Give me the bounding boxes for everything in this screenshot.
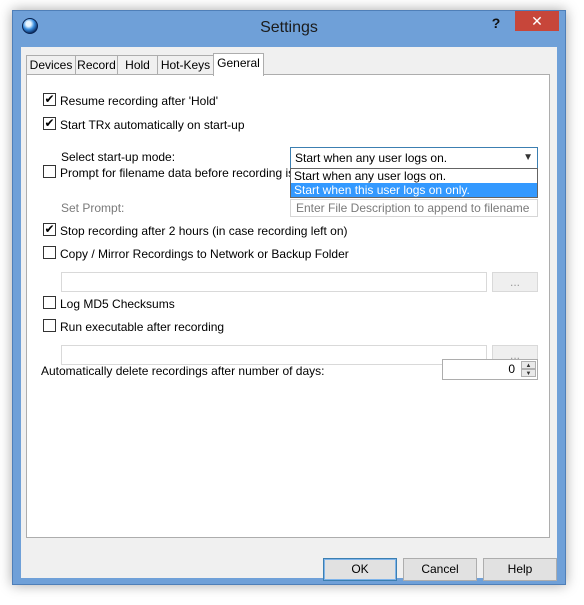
help-icon[interactable]: ? [483,13,509,33]
ok-button[interactable]: OK [323,558,397,581]
log-md5-label: Log MD5 Checksums [60,297,175,311]
tab-general[interactable]: General [213,53,264,76]
prompt-filename-checkbox[interactable] [43,165,56,178]
stepper-buttons: ▲ ▼ [521,361,536,378]
help-button[interactable]: Help [483,558,557,581]
set-prompt-input[interactable]: Enter File Description to append to file… [290,199,538,217]
tab-hot-keys[interactable]: Hot-Keys [157,55,214,75]
stop-after-2h-label: Stop recording after 2 hours (in case re… [60,224,348,238]
cancel-button[interactable]: Cancel [403,558,477,581]
tab-devices[interactable]: Devices [26,55,76,75]
resume-after-hold-label: Resume recording after 'Hold' [60,94,218,108]
tab-record[interactable]: Record [75,55,118,75]
auto-delete-days-value[interactable]: 0 [508,362,515,376]
stepper-up-icon[interactable]: ▲ [521,361,536,369]
general-panel: ✔ Resume recording after 'Hold' ✔ Start … [26,74,550,538]
start-auto-checkbox[interactable]: ✔ [43,117,56,130]
startup-mode-dropdown: Start when any user logs on. Start when … [290,168,538,198]
chevron-down-icon[interactable]: ▼ [523,148,533,168]
copy-mirror-label: Copy / Mirror Recordings to Network or B… [60,247,349,261]
settings-window: Settings ? ✕ Devices Record Hold Hot-Key… [12,10,566,585]
stepper-down-icon[interactable]: ▼ [521,369,536,377]
prompt-filename-label: Prompt for filename data before recordin… [60,166,314,180]
copy-mirror-checkbox[interactable] [43,246,56,259]
close-button[interactable]: ✕ [515,11,559,31]
startup-mode-label: Select start-up mode: [61,150,176,164]
run-exe-checkbox[interactable] [43,319,56,332]
backup-folder-browse-button[interactable]: ... [492,272,538,292]
title-bar[interactable]: Settings ? ✕ [13,11,565,47]
start-auto-label: Start TRx automatically on start-up [60,118,245,132]
backup-folder-input[interactable] [61,272,487,292]
startup-mode-option-any-user[interactable]: Start when any user logs on. [291,169,537,183]
startup-mode-value: Start when any user logs on. [295,151,448,165]
log-md5-checkbox[interactable] [43,296,56,309]
auto-delete-days-stepper[interactable]: 0 ▲ ▼ [442,359,538,380]
auto-delete-label: Automatically delete recordings after nu… [41,364,325,378]
executable-path-input[interactable] [61,345,487,365]
run-exe-label: Run executable after recording [60,320,225,334]
set-prompt-label: Set Prompt: [61,201,125,215]
startup-mode-select[interactable]: Start when any user logs on. ▼ [290,147,538,169]
tab-hold[interactable]: Hold [117,55,158,75]
stop-after-2h-checkbox[interactable]: ✔ [43,223,56,236]
dialog-body: Devices Record Hold Hot-Keys General ✔ R… [21,47,557,581]
startup-mode-option-this-user[interactable]: Start when this user logs on only. [291,183,537,197]
resume-after-hold-checkbox[interactable]: ✔ [43,93,56,106]
